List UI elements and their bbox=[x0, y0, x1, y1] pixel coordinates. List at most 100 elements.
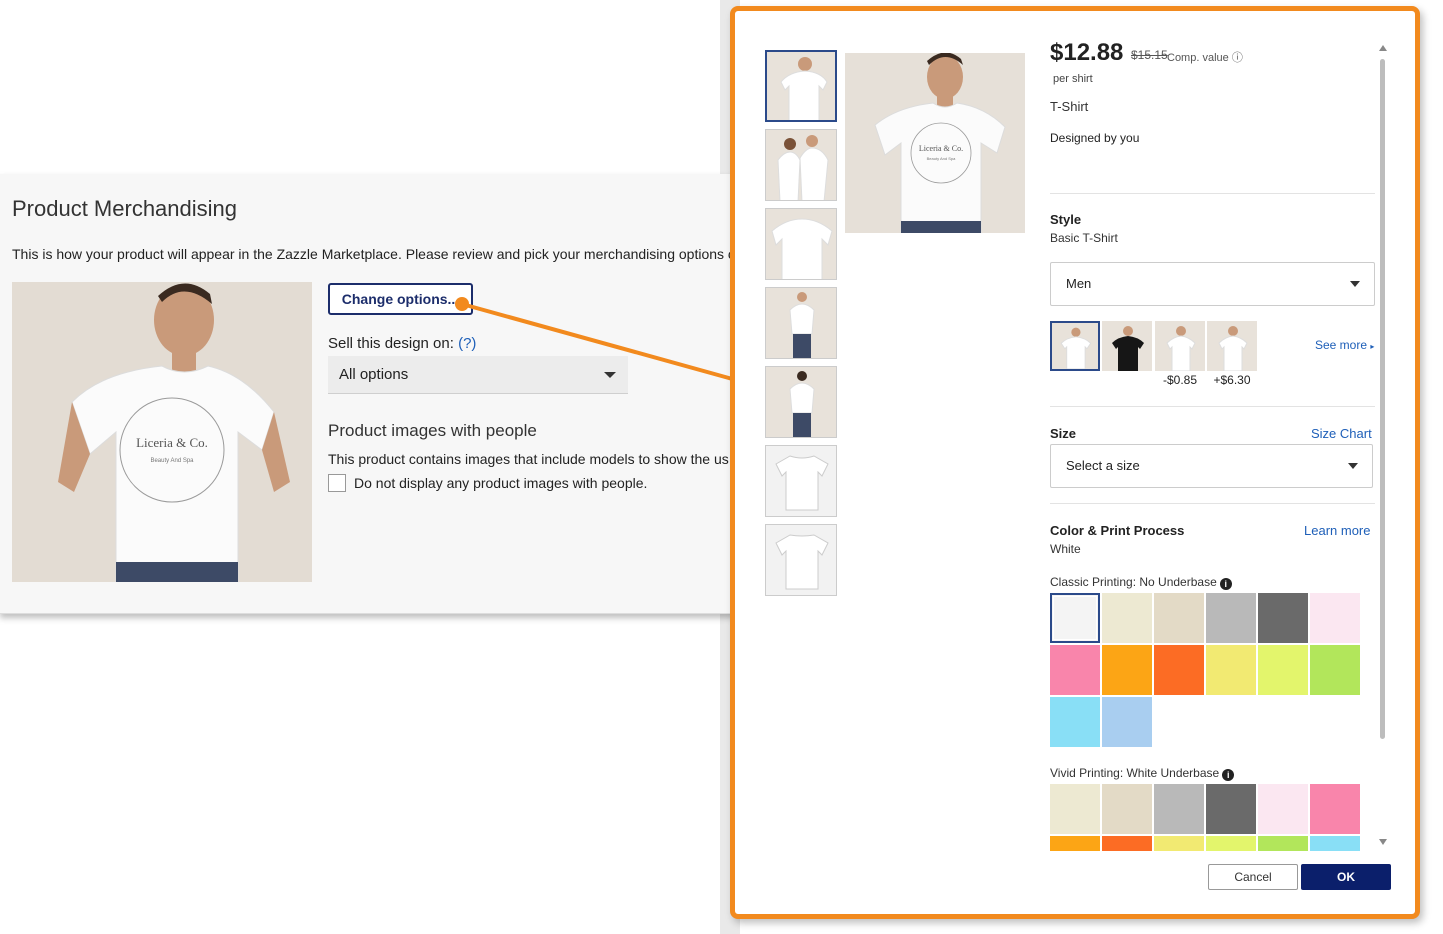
change-options-button[interactable]: Change options... bbox=[328, 283, 473, 315]
style-option-tee-4[interactable] bbox=[1207, 321, 1257, 371]
color-swatch[interactable] bbox=[1050, 593, 1100, 643]
color-swatch[interactable] bbox=[1050, 697, 1100, 747]
comp-value-label: Comp. value ⓘ bbox=[1167, 49, 1243, 65]
thumbnail-front-image bbox=[767, 52, 835, 120]
style-gender-value: Men bbox=[1066, 276, 1092, 291]
product-image: Liceria & Co. Beauty And Spa bbox=[12, 282, 312, 582]
color-swatch[interactable] bbox=[1154, 784, 1204, 834]
main-tshirt-illustration: Liceria & Co. Beauty And Spa bbox=[845, 53, 1025, 233]
color-swatch[interactable] bbox=[1258, 645, 1308, 695]
main-shirt-logo-text: Liceria & Co. bbox=[919, 144, 963, 153]
caret-right-icon: ▸ bbox=[1370, 342, 1375, 351]
thumbnail-full-body-image bbox=[766, 288, 836, 358]
classic-printing-label: Classic Printing: No Underbase i bbox=[1050, 575, 1232, 590]
color-swatch[interactable] bbox=[1310, 836, 1360, 851]
color-swatch[interactable] bbox=[1310, 784, 1360, 834]
change-options-modal: Liceria & Co. Beauty And Spa $12.88 $15.… bbox=[730, 6, 1420, 919]
info-icon[interactable]: i bbox=[1222, 769, 1235, 781]
color-swatch[interactable] bbox=[1102, 697, 1152, 747]
price-unit: per shirt bbox=[1053, 73, 1093, 85]
color-swatch[interactable] bbox=[1102, 593, 1152, 643]
black-tee-thumbnail bbox=[1102, 321, 1152, 371]
color-print-heading: Color & Print Process bbox=[1050, 523, 1185, 538]
size-heading: Size bbox=[1050, 426, 1077, 441]
help-link[interactable]: (?) bbox=[458, 335, 476, 352]
white-tee-thumbnail bbox=[1052, 323, 1098, 369]
see-more-styles-link[interactable]: See more ▸ bbox=[1315, 338, 1374, 352]
learn-more-link[interactable]: Learn more bbox=[1304, 523, 1370, 538]
shirt-logo-text: Liceria & Co. bbox=[136, 435, 208, 450]
scroll-down-icon[interactable] bbox=[1379, 839, 1387, 845]
color-swatch[interactable] bbox=[1258, 593, 1308, 643]
color-swatch[interactable] bbox=[1206, 784, 1256, 834]
color-swatch[interactable] bbox=[1154, 645, 1204, 695]
style-price-delta: -$0.85 bbox=[1162, 373, 1198, 387]
sell-design-label-text: Sell this design on: bbox=[328, 335, 454, 352]
size-select-placeholder: Select a size bbox=[1066, 458, 1140, 473]
color-swatch[interactable] bbox=[1050, 784, 1100, 834]
merchandising-description: This is how your product will appear in … bbox=[12, 246, 735, 262]
color-swatch[interactable] bbox=[1206, 836, 1256, 851]
product-type: T-Shirt bbox=[1050, 99, 1089, 114]
color-swatch[interactable] bbox=[1310, 645, 1360, 695]
current-price: $12.88 bbox=[1050, 39, 1124, 66]
style-option-white-tee[interactable] bbox=[1050, 321, 1100, 371]
thumbnail-4[interactable] bbox=[765, 287, 837, 359]
thumbnail-3[interactable] bbox=[765, 208, 837, 280]
color-swatch[interactable] bbox=[1102, 784, 1152, 834]
selected-color-value: White bbox=[1050, 542, 1081, 556]
thumbnail-flat-front-image bbox=[766, 446, 836, 516]
thumbnail-1[interactable] bbox=[765, 50, 837, 122]
see-more-label: See more bbox=[1315, 338, 1368, 352]
style-option-tee-3[interactable] bbox=[1155, 321, 1205, 371]
color-swatch[interactable] bbox=[1154, 593, 1204, 643]
thumbnail-2[interactable] bbox=[765, 129, 837, 201]
hide-people-images-label: Do not display any product images with p… bbox=[354, 475, 648, 491]
comp-value-text: Comp. value bbox=[1167, 52, 1229, 64]
thumbnail-7[interactable] bbox=[765, 524, 837, 596]
color-swatch[interactable] bbox=[1050, 836, 1100, 851]
caret-down-icon bbox=[604, 372, 616, 378]
thumbnail-back-image bbox=[766, 367, 836, 437]
color-swatch[interactable] bbox=[1206, 593, 1256, 643]
screenshot-stage: Product Merchandising This is how your p… bbox=[0, 0, 1443, 934]
page-title: Product Merchandising bbox=[12, 196, 238, 221]
info-icon[interactable]: i bbox=[1219, 578, 1232, 590]
main-product-image: Liceria & Co. Beauty And Spa bbox=[845, 53, 1025, 233]
thumbnail-6[interactable] bbox=[765, 445, 837, 517]
scroll-up-icon[interactable] bbox=[1379, 45, 1387, 51]
color-swatch[interactable] bbox=[1258, 784, 1308, 834]
classic-printing-text: Classic Printing: No Underbase bbox=[1050, 575, 1217, 589]
people-images-description: This product contains images that includ… bbox=[328, 451, 729, 467]
color-swatch[interactable] bbox=[1102, 645, 1152, 695]
scrollbar-thumb[interactable] bbox=[1380, 59, 1385, 739]
size-select[interactable]: Select a size bbox=[1050, 444, 1373, 488]
style-gender-select[interactable]: Men bbox=[1050, 262, 1375, 306]
color-swatch[interactable] bbox=[1154, 836, 1204, 851]
designer-credit: Designed by you bbox=[1050, 131, 1140, 145]
sell-design-label: Sell this design on: (?) bbox=[328, 335, 476, 352]
style-heading: Style bbox=[1050, 212, 1082, 227]
size-chart-link[interactable]: Size Chart bbox=[1311, 426, 1372, 441]
color-swatch[interactable] bbox=[1310, 593, 1360, 643]
color-swatch[interactable] bbox=[1050, 645, 1100, 695]
white-tee-thumbnail-3 bbox=[1207, 321, 1257, 371]
style-option-black-tee[interactable] bbox=[1102, 321, 1152, 371]
product-merchandising-panel: Product Merchandising This is how your p… bbox=[0, 174, 735, 614]
white-tee-thumbnail-2 bbox=[1155, 321, 1205, 371]
vivid-printing-text: Vivid Printing: White Underbase bbox=[1050, 766, 1220, 780]
hide-people-images-checkbox[interactable] bbox=[328, 474, 346, 492]
vivid-printing-label: Vivid Printing: White Underbase i bbox=[1050, 766, 1235, 781]
divider bbox=[1050, 406, 1375, 407]
color-swatch[interactable] bbox=[1102, 836, 1152, 851]
color-swatch[interactable] bbox=[1258, 836, 1308, 851]
sell-design-select[interactable]: All options bbox=[328, 356, 628, 394]
info-circle-icon[interactable]: ⓘ bbox=[1232, 52, 1243, 64]
cancel-button[interactable]: Cancel bbox=[1208, 864, 1298, 890]
ok-button[interactable]: OK bbox=[1301, 864, 1391, 890]
thumbnail-5[interactable] bbox=[765, 366, 837, 438]
color-swatch[interactable] bbox=[1206, 645, 1256, 695]
tshirt-model-illustration: Liceria & Co. Beauty And Spa bbox=[12, 282, 312, 582]
caret-down-icon bbox=[1350, 281, 1360, 287]
main-shirt-logo-subtext: Beauty And Spa bbox=[927, 156, 956, 161]
